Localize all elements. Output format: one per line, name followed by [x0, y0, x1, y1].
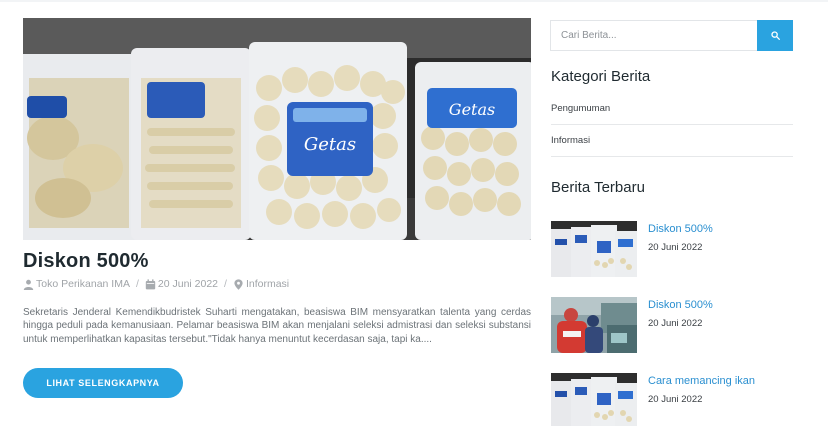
map-pin-icon: [233, 278, 244, 290]
meta-separator: /: [224, 278, 227, 290]
recent-post-thumbnail[interactable]: [551, 297, 637, 353]
recent-post-info: Diskon 500% 20 Juni 2022: [637, 297, 713, 353]
recent-post-title[interactable]: Diskon 500%: [648, 223, 713, 236]
recent-post-thumbnail[interactable]: [551, 373, 637, 426]
calendar-icon: [145, 278, 156, 290]
meta-separator: /: [135, 278, 139, 290]
categories-title: Kategori Berita: [551, 68, 651, 85]
search-form: [550, 20, 793, 51]
category-item-pengumuman[interactable]: Pengumuman: [551, 93, 793, 125]
recent-post-date: 20 Juni 2022: [648, 394, 703, 405]
article-category[interactable]: Informasi: [246, 278, 289, 290]
recent-post-info: Diskon 500% 20 Juni 2022: [637, 221, 713, 277]
recent-post-item[interactable]: Diskon 500% 20 Juni 2022: [551, 221, 791, 277]
user-icon: [23, 279, 34, 290]
recent-post-item[interactable]: Cara memancing ikan 20 Juni 2022: [551, 373, 791, 426]
search-input[interactable]: [550, 20, 757, 51]
recent-post-title[interactable]: Cara memancing ikan: [648, 375, 755, 388]
category-item-informasi[interactable]: Informasi: [551, 125, 793, 157]
package-label-1: Getas: [304, 134, 356, 155]
article-meta: Toko Perikanan IMA / 20 Juni 2022 / Info…: [23, 278, 289, 290]
search-button[interactable]: [757, 20, 793, 51]
recent-post-thumbnail[interactable]: [551, 221, 637, 277]
article-excerpt: Sekretaris Jenderal Kemendikbudristek Su…: [23, 307, 531, 345]
article-featured-image[interactable]: Getas Getas: [23, 18, 531, 240]
recent-post-info: Cara memancing ikan 20 Juni 2022: [637, 373, 755, 426]
product-photo: Getas Getas: [23, 18, 531, 240]
article-author[interactable]: Toko Perikanan IMA: [36, 278, 130, 290]
category-list: Pengumuman Informasi: [551, 93, 793, 157]
recent-post-date: 20 Juni 2022: [648, 318, 703, 329]
search-icon: [770, 27, 780, 45]
read-more-button[interactable]: LIHAT SELENGKAPNYA: [23, 368, 183, 398]
top-divider: [0, 0, 828, 2]
recent-post-title[interactable]: Diskon 500%: [648, 299, 713, 312]
recent-post-item[interactable]: Diskon 500% 20 Juni 2022: [551, 297, 791, 353]
package-label-2: Getas: [449, 100, 495, 119]
article-title[interactable]: Diskon 500%: [23, 250, 149, 273]
recent-posts-title: Berita Terbaru: [551, 179, 645, 196]
recent-post-date: 20 Juni 2022: [648, 242, 703, 253]
article-date: 20 Juni 2022: [157, 278, 219, 290]
